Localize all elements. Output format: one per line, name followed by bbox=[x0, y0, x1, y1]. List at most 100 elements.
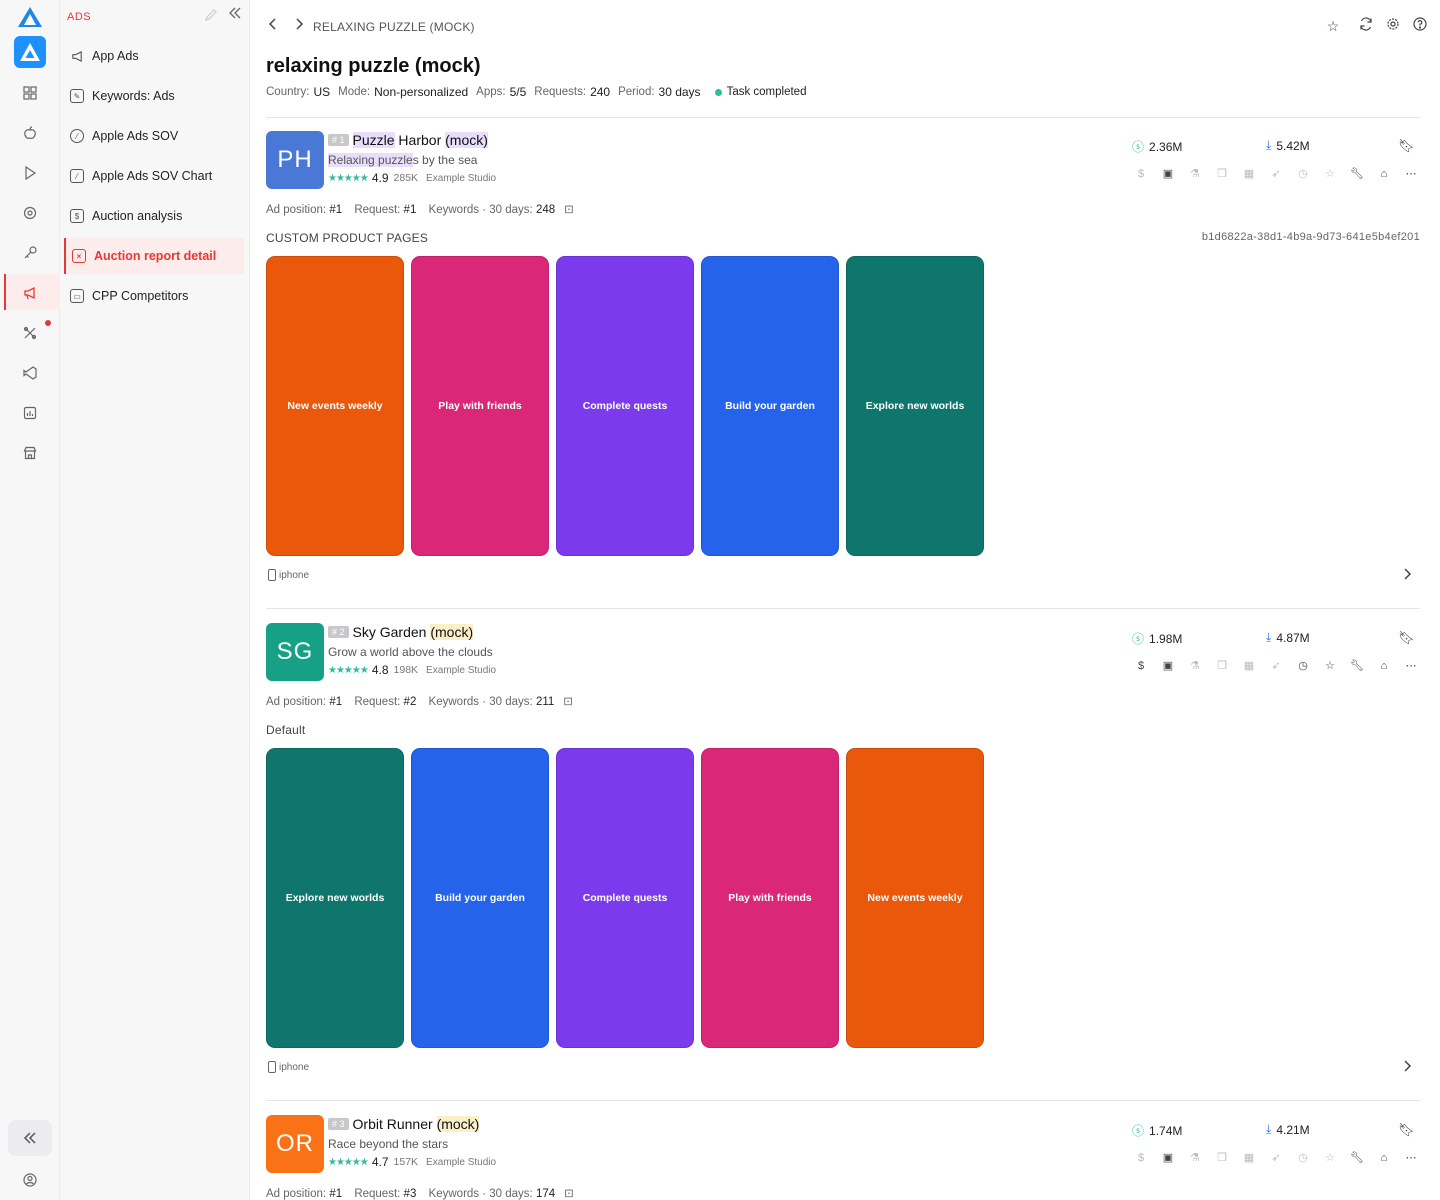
chart-icon[interactable] bbox=[16, 399, 44, 427]
help-icon[interactable] bbox=[1411, 17, 1429, 35]
sidebar-item-apple-ads-sov[interactable]: ⁄ Apple Ads SOV bbox=[64, 118, 244, 154]
sidebar-item-auction-analysis[interactable]: $ Auction analysis bbox=[64, 198, 244, 234]
rocket-icon[interactable]: ➶ bbox=[1267, 1149, 1285, 1167]
layers-icon[interactable]: ❐ bbox=[1213, 657, 1231, 675]
star-outline-icon[interactable]: ☆ bbox=[1321, 1149, 1339, 1167]
focus-icon[interactable]: ⊡ bbox=[564, 204, 574, 216]
flask-icon[interactable]: ⚗ bbox=[1186, 1149, 1204, 1167]
flask-icon[interactable]: ⚗ bbox=[1186, 165, 1204, 183]
device-label: iphone bbox=[268, 1061, 309, 1073]
app-name[interactable]: # 1 Puzzle Harbor (mock) bbox=[328, 132, 488, 148]
more-icon[interactable]: ⋯ bbox=[1402, 165, 1420, 183]
cpp-id[interactable]: b1d6822a-38d1-4b9a-9d73-641e5b4ef201 bbox=[1202, 231, 1420, 243]
wrench-icon[interactable]: 🔧︎ bbox=[1348, 657, 1366, 675]
flask-icon[interactable]: ⚗ bbox=[1186, 657, 1204, 675]
next-button[interactable] bbox=[1402, 1059, 1412, 1076]
app-logo-icon[interactable] bbox=[17, 6, 43, 28]
app-name-highlight: Puzzle bbox=[352, 132, 395, 148]
screenshot[interactable]: Play with friends bbox=[701, 748, 839, 1048]
image-icon[interactable]: ▣ bbox=[1159, 1149, 1177, 1167]
sidebar-item-label: CPP Competitors bbox=[92, 289, 189, 303]
request-label: Request: bbox=[354, 204, 401, 216]
star-icon[interactable]: ☆ bbox=[1324, 17, 1342, 35]
more-icon[interactable]: ⋯ bbox=[1402, 1149, 1420, 1167]
screenshot[interactable]: Explore new worlds bbox=[846, 256, 984, 556]
app-avatar[interactable]: OR bbox=[266, 1115, 324, 1173]
screenshot[interactable]: New events weekly bbox=[266, 256, 404, 556]
apple-icon[interactable] bbox=[16, 119, 44, 147]
focus-icon[interactable]: ⊡ bbox=[564, 1188, 574, 1200]
rail-collapse-button[interactable] bbox=[8, 1120, 52, 1156]
rail-active-indicator bbox=[4, 274, 6, 310]
app-avatar[interactable]: SG bbox=[266, 623, 324, 681]
layers-icon[interactable]: ❐ bbox=[1213, 165, 1231, 183]
focus-icon[interactable]: ⊡ bbox=[563, 696, 573, 708]
app-name[interactable]: # 2 Sky Garden (mock) bbox=[328, 624, 474, 640]
refresh-icon[interactable] bbox=[1357, 17, 1375, 35]
device-text: iphone bbox=[279, 569, 310, 581]
megaphone-icon[interactable] bbox=[16, 279, 44, 307]
tools-icon[interactable] bbox=[16, 319, 44, 347]
sidebar-collapse-icon[interactable] bbox=[228, 6, 242, 24]
star-outline-icon[interactable]: ☆ bbox=[1321, 165, 1339, 183]
workspace-logo-icon[interactable] bbox=[14, 36, 46, 68]
key-icon[interactable] bbox=[16, 239, 44, 267]
star-outline-icon[interactable]: ☆ bbox=[1321, 657, 1339, 675]
calendar-icon[interactable]: ▦ bbox=[1240, 657, 1258, 675]
request-value: #2 bbox=[403, 696, 417, 708]
store-icon[interactable]: ⌂ bbox=[1375, 657, 1393, 675]
bookmark-icon[interactable]: 🔖︎ bbox=[1398, 138, 1415, 154]
sidebar-item-keywords-ads[interactable]: ✎ Keywords: Ads bbox=[64, 78, 244, 114]
dollar-icon[interactable]: $ bbox=[1132, 165, 1150, 183]
layers-icon[interactable]: ❐ bbox=[1213, 1149, 1231, 1167]
pencil-icon[interactable] bbox=[204, 8, 218, 25]
bookmark-icon[interactable]: 🔖︎ bbox=[1398, 630, 1415, 646]
image-icon[interactable]: ▣ bbox=[1159, 657, 1177, 675]
store-icon[interactable] bbox=[16, 439, 44, 467]
star-rating-icon: ★★★★★ bbox=[328, 172, 369, 184]
store-icon[interactable]: ⌂ bbox=[1375, 165, 1393, 183]
back-button[interactable] bbox=[268, 17, 278, 34]
sidebar-item-cpp-competitors[interactable]: ▭ CPP Competitors bbox=[64, 278, 244, 314]
vscode-icon[interactable] bbox=[16, 359, 44, 387]
app-name-text: Sky Garden bbox=[352, 624, 431, 640]
clock-icon[interactable]: ◷ bbox=[1294, 657, 1312, 675]
calendar-icon[interactable]: ▦ bbox=[1240, 1149, 1258, 1167]
revenue-stat: ⓢ 2.36M bbox=[1132, 138, 1182, 155]
sidebar-item-app-ads[interactable]: App Ads bbox=[64, 38, 244, 74]
app-avatar[interactable]: PH bbox=[266, 131, 324, 189]
wrench-icon[interactable]: 🔧︎ bbox=[1348, 165, 1366, 183]
apps-icon[interactable] bbox=[16, 79, 44, 107]
target-icon[interactable] bbox=[16, 199, 44, 227]
screenshot[interactable]: Explore new worlds bbox=[266, 748, 404, 1048]
image-icon[interactable]: ▣ bbox=[1159, 165, 1177, 183]
dollar-icon[interactable]: $ bbox=[1132, 1149, 1150, 1167]
sidebar-item-auction-report-detail[interactable]: × Auction report detail bbox=[64, 238, 244, 274]
forward-button[interactable] bbox=[294, 17, 304, 34]
gear-icon[interactable] bbox=[1384, 17, 1402, 35]
dollar-icon[interactable]: $ bbox=[1132, 657, 1150, 675]
screenshot[interactable]: Build your garden bbox=[701, 256, 839, 556]
play-icon[interactable] bbox=[16, 159, 44, 187]
more-icon[interactable]: ⋯ bbox=[1402, 657, 1420, 675]
phone-icon bbox=[268, 1061, 276, 1073]
sidebar-item-apple-ads-sov-chart[interactable]: ⁄ Apple Ads SOV Chart bbox=[64, 158, 244, 194]
screenshot[interactable]: Play with friends bbox=[411, 256, 549, 556]
calendar-icon[interactable]: ▦ bbox=[1240, 165, 1258, 183]
clock-icon[interactable]: ◷ bbox=[1294, 1149, 1312, 1167]
clock-icon[interactable]: ◷ bbox=[1294, 165, 1312, 183]
rocket-icon[interactable]: ➶ bbox=[1267, 657, 1285, 675]
screenshot[interactable]: Complete quests bbox=[556, 256, 694, 556]
bookmark-icon[interactable]: 🔖︎ bbox=[1398, 1122, 1415, 1138]
user-circle-icon[interactable] bbox=[16, 1166, 44, 1194]
screenshot[interactable]: New events weekly bbox=[846, 748, 984, 1048]
next-button[interactable] bbox=[1402, 567, 1412, 584]
keywords-value: 211 bbox=[535, 696, 555, 708]
wrench-icon[interactable]: 🔧︎ bbox=[1348, 1149, 1366, 1167]
downloads-stat: ⤓ 5.42M bbox=[1266, 138, 1310, 153]
app-name[interactable]: # 3 Orbit Runner (mock) bbox=[328, 1116, 480, 1132]
rocket-icon[interactable]: ➶ bbox=[1267, 165, 1285, 183]
screenshot[interactable]: Build your garden bbox=[411, 748, 549, 1048]
screenshot[interactable]: Complete quests bbox=[556, 748, 694, 1048]
store-icon[interactable]: ⌂ bbox=[1375, 1149, 1393, 1167]
